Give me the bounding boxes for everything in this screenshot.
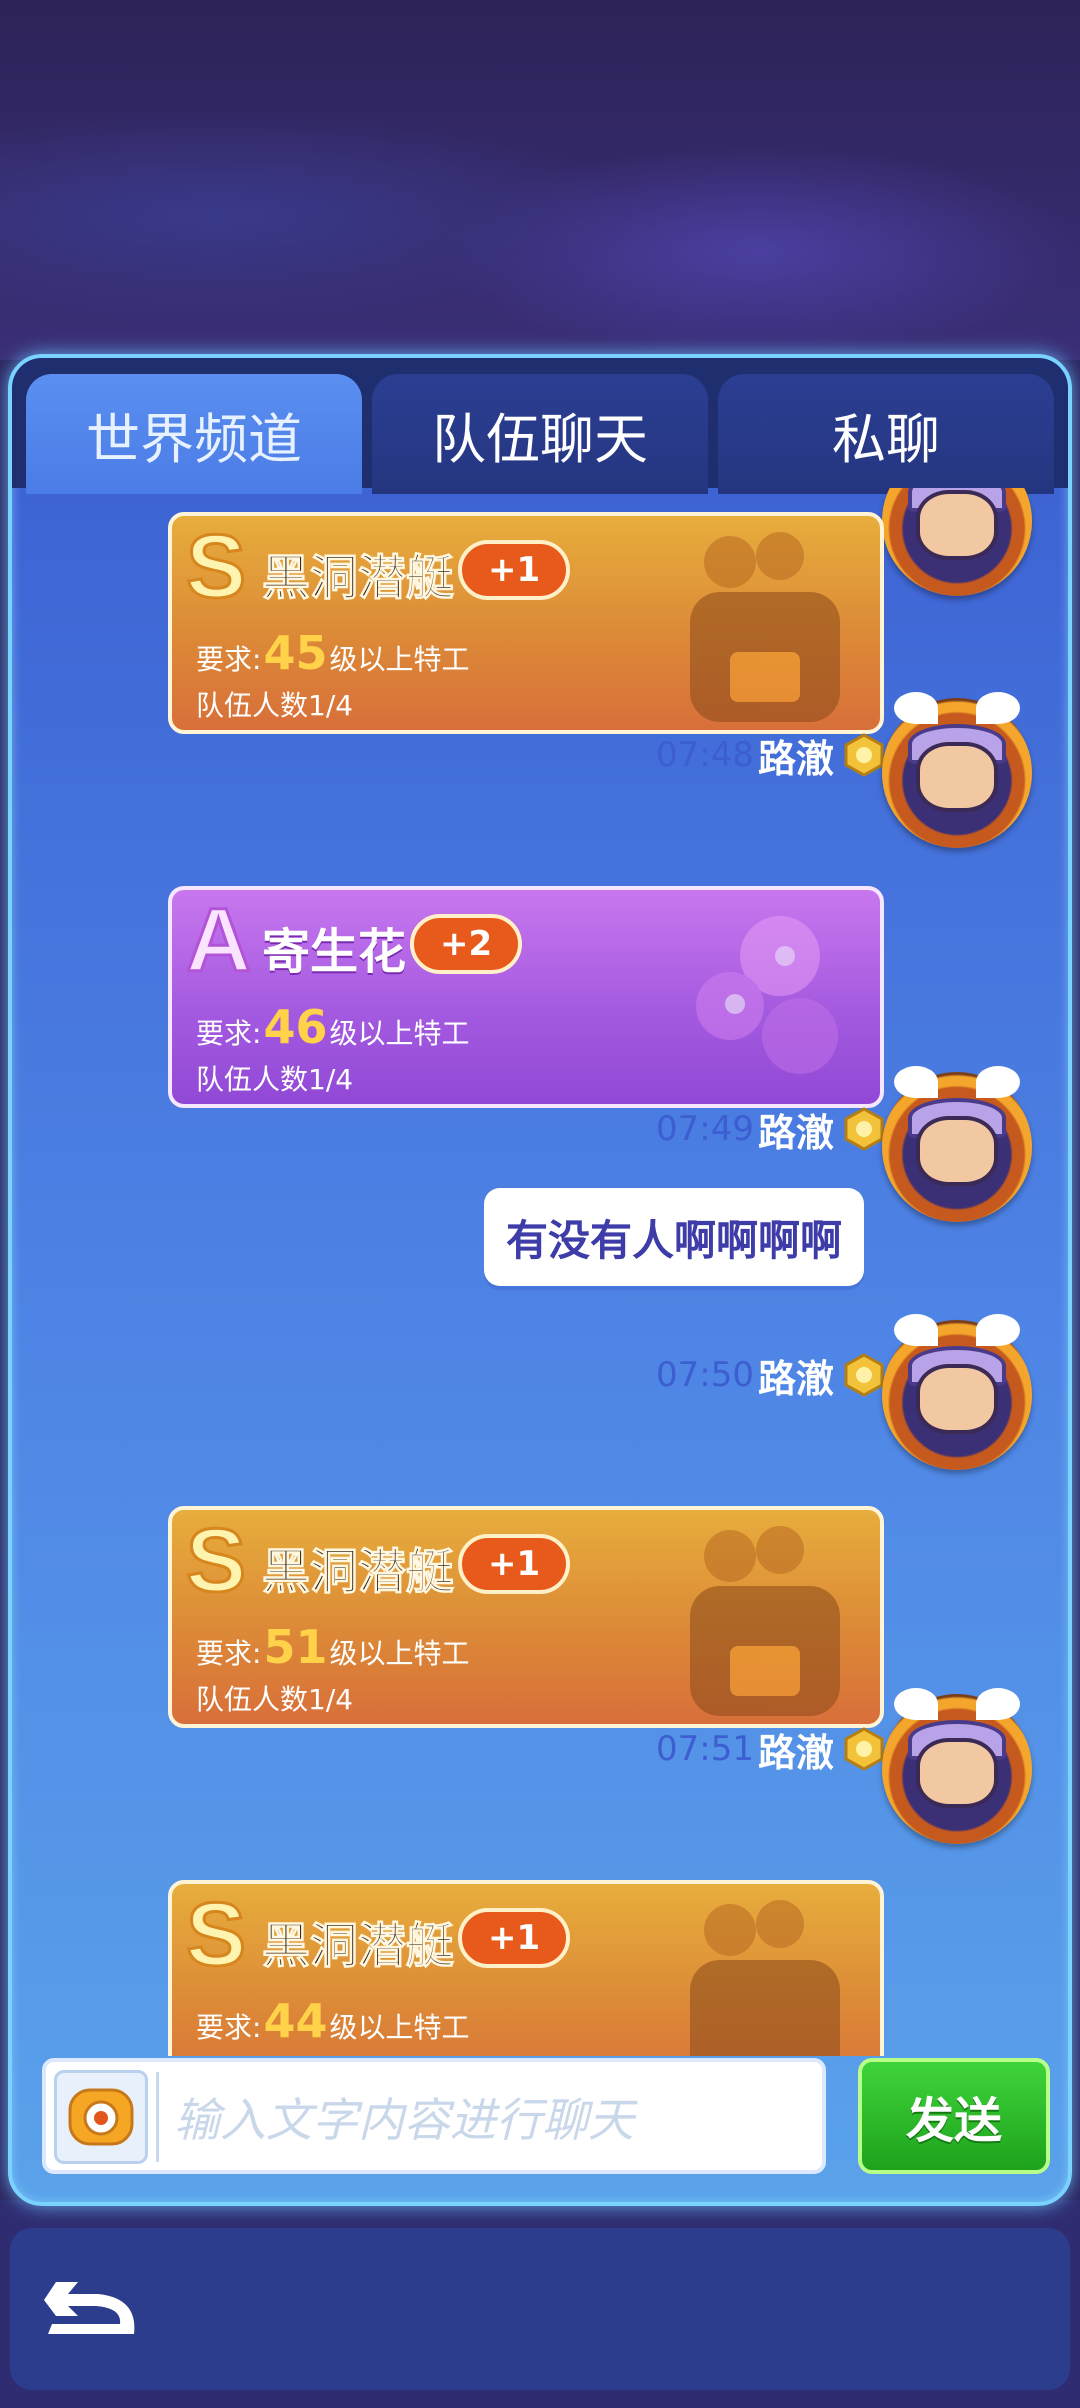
tab-bar: 世界频道 队伍聊天 私聊 bbox=[12, 358, 1068, 494]
avatar[interactable] bbox=[882, 1066, 1032, 1222]
wing-icon bbox=[894, 1066, 938, 1098]
boss-name: 黑洞潜艇 bbox=[261, 1918, 455, 1975]
team-card[interactable]: S 黑洞潜艇 +1 要求: 44 级以上特工 bbox=[168, 1880, 884, 2056]
avatar[interactable] bbox=[882, 692, 1032, 848]
team-count: 队伍人数1/4 bbox=[196, 689, 354, 722]
input-divider bbox=[156, 2072, 159, 2162]
submarine-boss-icon bbox=[690, 1526, 840, 1716]
wing-icon bbox=[894, 692, 938, 724]
req-level: 45 bbox=[263, 626, 328, 680]
text-message-bubble[interactable]: 有没有人啊啊啊啊 bbox=[483, 1188, 864, 1286]
team-card[interactable]: A 寄生花 +2 要求: 46 级以上特工 队伍人数1/4 bbox=[168, 886, 884, 1108]
username[interactable]: 路澈 bbox=[758, 1348, 834, 1403]
wing-icon bbox=[976, 692, 1020, 724]
plus-badge: +1 bbox=[458, 1908, 571, 1968]
plus-badge: +1 bbox=[458, 1534, 571, 1594]
requirement: 要求: 46 级以上特工 bbox=[196, 1000, 469, 1054]
boss-name: 黑洞潜艇 bbox=[261, 550, 455, 607]
boss-name: 黑洞潜艇 bbox=[261, 1544, 455, 1601]
grade-badge: S bbox=[184, 1510, 247, 1613]
face-icon bbox=[916, 490, 998, 560]
message-time: 07:50 bbox=[656, 1355, 754, 1395]
back-arrow-icon[interactable] bbox=[38, 2278, 142, 2348]
message-time: 07:51 bbox=[656, 1729, 754, 1769]
req-suffix: 级以上特工 bbox=[329, 1637, 470, 1670]
face-icon bbox=[916, 1364, 998, 1434]
face-icon bbox=[916, 742, 998, 812]
submarine-boss-icon bbox=[690, 1900, 840, 2056]
chat-panel: 世界频道 队伍聊天 私聊 S 黑洞潜艇 +1 要求: 45 级以上特工 队伍人数… bbox=[8, 354, 1072, 2206]
req-suffix: 级以上特工 bbox=[329, 643, 470, 676]
wing-icon bbox=[976, 1066, 1020, 1098]
req-prefix: 要求: bbox=[196, 1637, 262, 1670]
req-prefix: 要求: bbox=[196, 2011, 262, 2044]
req-level: 51 bbox=[263, 1620, 328, 1674]
message-list[interactable]: S 黑洞潜艇 +1 要求: 45 级以上特工 队伍人数1/4 07:48 路澈 bbox=[12, 488, 1068, 2056]
emoji-icon bbox=[68, 2088, 134, 2146]
input-row: 输入文字内容进行聊天 发送 bbox=[42, 2058, 1050, 2176]
team-card[interactable]: S 黑洞潜艇 +1 要求: 51 级以上特工 队伍人数1/4 bbox=[168, 1506, 884, 1728]
team-count: 队伍人数1/4 bbox=[196, 1063, 354, 1096]
send-button[interactable]: 发送 bbox=[858, 2058, 1050, 2174]
message-meta: 07:50 路澈 bbox=[656, 1348, 890, 1403]
submarine-boss-icon bbox=[690, 532, 840, 722]
wing-icon bbox=[894, 1314, 938, 1346]
background-scene bbox=[0, 0, 1080, 360]
requirement: 要求: 44 级以上特工 bbox=[196, 1994, 469, 2048]
grade-badge: A bbox=[185, 890, 253, 993]
message-time: 07:49 bbox=[656, 1109, 754, 1149]
req-level: 44 bbox=[263, 1994, 328, 2048]
chat-input-placeholder[interactable]: 输入文字内容进行聊天 bbox=[174, 2062, 634, 2172]
chat-input-box[interactable]: 输入文字内容进行聊天 bbox=[42, 2058, 826, 2174]
wing-icon bbox=[976, 1314, 1020, 1346]
team-count: 队伍人数1/4 bbox=[196, 1683, 354, 1716]
face-icon bbox=[916, 1116, 998, 1186]
emoji-button[interactable] bbox=[54, 2070, 148, 2164]
req-prefix: 要求: bbox=[196, 643, 262, 676]
avatar[interactable] bbox=[882, 488, 1032, 596]
message-meta: 07:49 路澈 bbox=[656, 1102, 890, 1157]
username[interactable]: 路澈 bbox=[758, 1102, 834, 1157]
message-time: 07:48 bbox=[656, 735, 754, 775]
username[interactable]: 路澈 bbox=[758, 1722, 834, 1777]
plus-badge: +1 bbox=[458, 540, 571, 600]
parasite-flower-boss-icon bbox=[696, 916, 838, 1074]
tab-private-chat[interactable]: 私聊 bbox=[718, 374, 1054, 494]
plus-badge: +2 bbox=[410, 914, 523, 974]
grade-badge: S bbox=[184, 516, 247, 619]
avatar[interactable] bbox=[882, 1688, 1032, 1844]
message-meta: 07:51 路澈 bbox=[656, 1722, 890, 1777]
requirement: 要求: 45 级以上特工 bbox=[196, 626, 469, 680]
req-suffix: 级以上特工 bbox=[329, 1017, 470, 1050]
message-meta: 07:48 路澈 bbox=[656, 728, 890, 783]
boss-name: 寄生花 bbox=[262, 924, 407, 980]
wing-icon bbox=[894, 1688, 938, 1720]
team-card[interactable]: S 黑洞潜艇 +1 要求: 45 级以上特工 队伍人数1/4 bbox=[168, 512, 884, 734]
tab-world-channel[interactable]: 世界频道 bbox=[26, 374, 362, 494]
req-level: 46 bbox=[263, 1000, 328, 1054]
username[interactable]: 路澈 bbox=[758, 728, 834, 783]
bottom-bar bbox=[10, 2228, 1070, 2390]
grade-badge: S bbox=[184, 1884, 247, 1987]
wing-icon bbox=[976, 1688, 1020, 1720]
req-prefix: 要求: bbox=[196, 1017, 262, 1050]
avatar[interactable] bbox=[882, 1314, 1032, 1470]
face-icon bbox=[916, 1738, 998, 1808]
tab-team-chat[interactable]: 队伍聊天 bbox=[372, 374, 708, 494]
req-suffix: 级以上特工 bbox=[329, 2011, 470, 2044]
requirement: 要求: 51 级以上特工 bbox=[196, 1620, 469, 1674]
